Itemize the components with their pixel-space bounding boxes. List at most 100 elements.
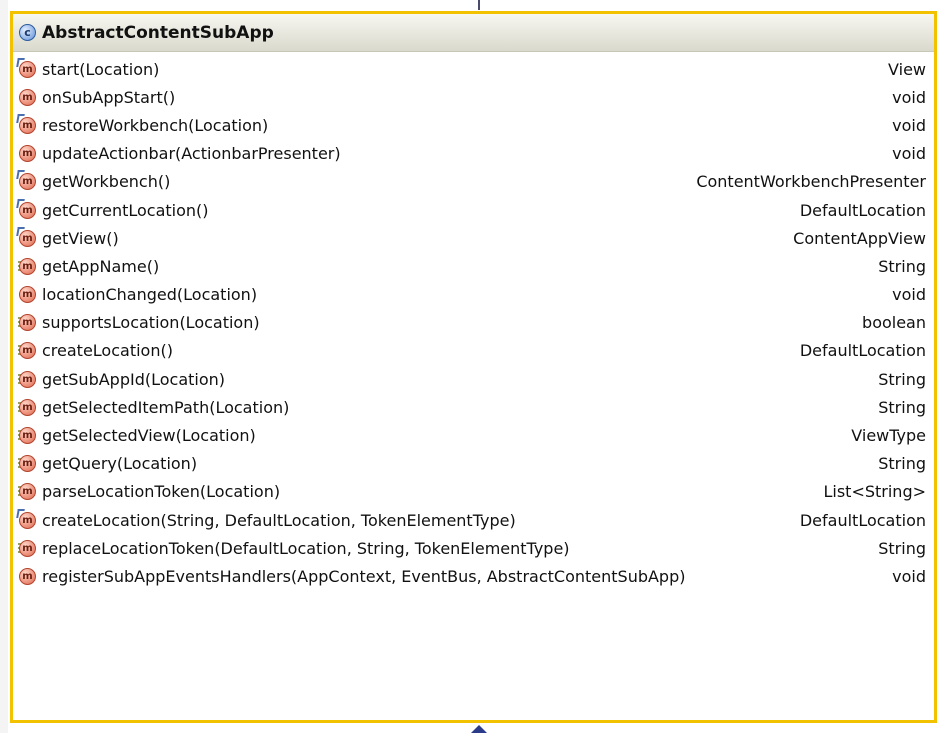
method-row[interactable]: m locationChanged(Location) void xyxy=(13,281,934,309)
method-circle-icon: m xyxy=(19,229,36,247)
method-signature: getAppName() xyxy=(42,256,160,276)
class-name: AbstractContentSubApp xyxy=(42,22,274,43)
method-circle-icon: m xyxy=(19,567,36,585)
method-signature: start(Location) xyxy=(42,59,160,79)
method-implement-icon: m xyxy=(18,314,36,332)
method-row[interactable]: m getSubAppId(Location) String xyxy=(13,365,934,393)
method-return-type: void xyxy=(892,144,926,164)
method-implement-icon: m xyxy=(18,257,36,275)
method-return-type: ContentWorkbenchPresenter xyxy=(696,172,926,192)
method-icon: m xyxy=(19,286,36,304)
method-circle-icon: m xyxy=(19,483,36,501)
method-circle-icon: m xyxy=(19,314,36,332)
method-row[interactable]: m getQuery(Location) String xyxy=(13,450,934,478)
method-return-type: List<String> xyxy=(823,482,926,502)
method-return-type: String xyxy=(878,369,926,389)
method-icon: m xyxy=(19,88,36,106)
method-return-type: ViewType xyxy=(851,426,926,446)
method-return-type: String xyxy=(878,454,926,474)
method-signature: getSubAppId(Location) xyxy=(42,369,226,389)
method-row[interactable]: m getWorkbench() ContentWorkbenchPresenter xyxy=(13,168,934,196)
method-row[interactable]: m onSubAppStart() void xyxy=(13,83,934,111)
method-signature: getCurrentLocation() xyxy=(42,200,209,220)
method-signature: parseLocationToken(Location) xyxy=(42,482,281,502)
method-circle-icon: m xyxy=(19,145,36,163)
method-implement-icon: m xyxy=(18,455,36,473)
method-circle-icon: m xyxy=(19,173,36,191)
method-signature: getSelectedView(Location) xyxy=(42,426,256,446)
method-signature: restoreWorkbench(Location) xyxy=(42,115,269,135)
method-signature: createLocation() xyxy=(42,341,173,361)
method-icon: m xyxy=(19,567,36,585)
method-implement-icon: m xyxy=(18,342,36,360)
method-return-type: String xyxy=(878,397,926,417)
method-signature: updateActionbar(ActionbarPresenter) xyxy=(42,144,341,164)
method-return-type: void xyxy=(892,566,926,586)
method-implement-icon: m xyxy=(18,539,36,557)
method-override-icon: m xyxy=(16,57,36,78)
method-circle-icon: m xyxy=(19,427,36,445)
method-signature: onSubAppStart() xyxy=(42,87,176,107)
method-circle-icon: m xyxy=(19,455,36,473)
method-row[interactable]: m registerSubAppEventsHandlers(AppContext… xyxy=(13,562,934,590)
method-implement-icon: m xyxy=(18,483,36,501)
method-circle-icon: m xyxy=(19,511,36,529)
method-return-type: ContentAppView xyxy=(793,228,926,248)
method-override-icon: m xyxy=(16,113,36,134)
method-row[interactable]: m restoreWorkbench(Location) void xyxy=(13,111,934,139)
method-row[interactable]: m updateActionbar(ActionbarPresenter) void xyxy=(13,140,934,168)
method-circle-icon: m xyxy=(19,398,36,416)
method-return-type: DefaultLocation xyxy=(799,200,926,220)
method-row[interactable]: m createLocation() DefaultLocation xyxy=(13,337,934,365)
method-circle-icon: m xyxy=(19,60,36,78)
method-circle-icon: m xyxy=(19,116,36,134)
method-signature: createLocation(String, DefaultLocation, … xyxy=(42,510,516,530)
method-row[interactable]: m getCurrentLocation() DefaultLocation xyxy=(13,196,934,224)
method-row[interactable]: m createLocation(String, DefaultLocation,… xyxy=(13,506,934,534)
method-signature: getQuery(Location) xyxy=(42,454,198,474)
method-row[interactable]: m start(Location) View xyxy=(13,55,934,83)
method-return-type: void xyxy=(892,87,926,107)
method-return-type: boolean xyxy=(862,313,926,333)
method-circle-icon: m xyxy=(19,286,36,304)
method-return-type: void xyxy=(892,285,926,305)
method-row[interactable]: m parseLocationToken(Location) List<String… xyxy=(13,478,934,506)
method-signature: registerSubAppEventsHandlers(AppContext,… xyxy=(42,566,686,586)
method-implement-icon: m xyxy=(18,370,36,388)
canvas-left-edge xyxy=(0,0,8,733)
uml-diagram-canvas: c AbstractContentSubApp m start(Location)… xyxy=(0,0,946,733)
method-circle-icon: m xyxy=(19,342,36,360)
method-override-icon: m xyxy=(16,198,36,219)
class-header[interactable]: c AbstractContentSubApp xyxy=(13,14,934,52)
method-row[interactable]: m getSelectedView(Location) ViewType xyxy=(13,421,934,449)
method-list: m start(Location) View m onSubAppStart() void… xyxy=(13,52,934,591)
method-signature: getView() xyxy=(42,228,119,248)
method-return-type: DefaultLocation xyxy=(799,341,926,361)
method-signature: getWorkbench() xyxy=(42,172,171,192)
method-row[interactable]: m getView() ContentAppView xyxy=(13,224,934,252)
inheritance-connector-top xyxy=(478,0,480,10)
method-implement-icon: m xyxy=(18,398,36,416)
method-row[interactable]: m getAppName() String xyxy=(13,252,934,280)
method-signature: getSelectedItemPath(Location) xyxy=(42,397,290,417)
method-icon: m xyxy=(19,145,36,163)
method-signature: supportsLocation(Location) xyxy=(42,313,260,333)
method-return-type: View xyxy=(888,59,926,79)
method-return-type: String xyxy=(878,256,926,276)
method-row[interactable]: m supportsLocation(Location) boolean xyxy=(13,309,934,337)
method-circle-icon: m xyxy=(19,539,36,557)
method-return-type: void xyxy=(892,115,926,135)
method-override-icon: m xyxy=(16,226,36,247)
method-implement-icon: m xyxy=(18,427,36,445)
method-signature: locationChanged(Location) xyxy=(42,285,258,305)
method-row[interactable]: m getSelectedItemPath(Location) String xyxy=(13,393,934,421)
class-box[interactable]: c AbstractContentSubApp m start(Location)… xyxy=(10,11,937,723)
method-row[interactable]: m replaceLocationToken(DefaultLocation, S… xyxy=(13,534,934,562)
method-circle-icon: m xyxy=(19,370,36,388)
method-return-type: DefaultLocation xyxy=(799,510,926,530)
method-return-type: String xyxy=(878,538,926,558)
method-circle-icon: m xyxy=(19,201,36,219)
method-override-icon: m xyxy=(16,170,36,191)
inheritance-arrowhead-icon xyxy=(471,725,487,733)
method-circle-icon: m xyxy=(19,88,36,106)
